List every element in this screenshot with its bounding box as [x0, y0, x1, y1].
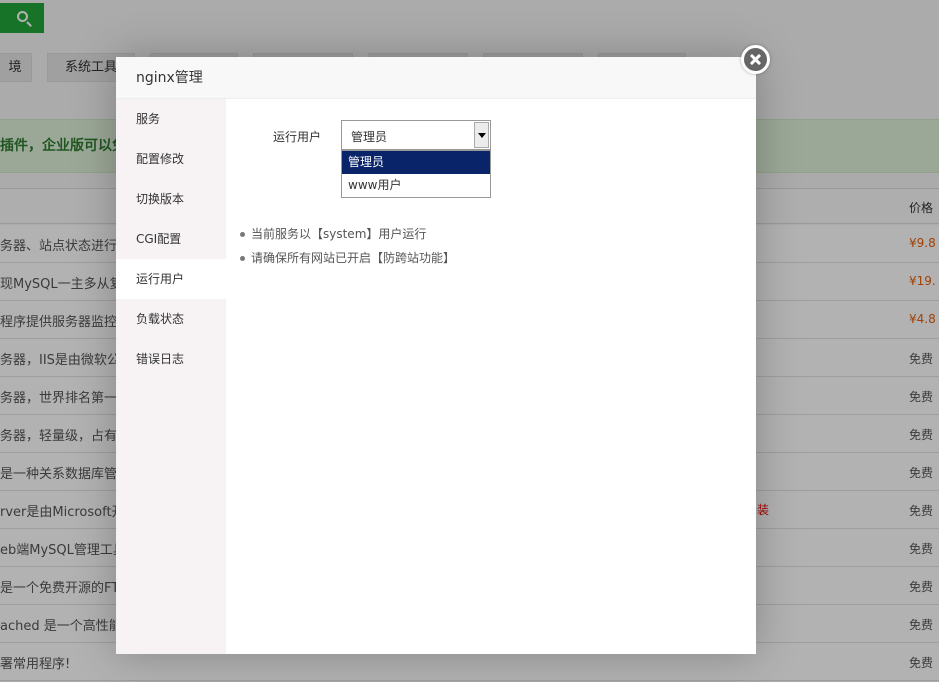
tip-item: 当前服务以【system】用户运行 [240, 222, 455, 246]
dialog-side-menu: 服务 配置修改 切换版本 CGI配置 运行用户 负载状态 错误日志 [116, 99, 226, 654]
menu-item-config-edit[interactable]: 配置修改 [116, 139, 226, 179]
menu-item-service[interactable]: 服务 [116, 99, 226, 139]
run-user-selected-value: 管理员 [351, 130, 388, 144]
dialog-title: nginx管理 [116, 57, 756, 99]
menu-item-cgi-config[interactable]: CGI配置 [116, 219, 226, 259]
run-user-label: 运行用户 [273, 130, 322, 144]
dialog-content: 运行用户 管理员 管理员 www用户 当前服务以【system】用户运行 请确保… [226, 99, 756, 654]
menu-item-load-status[interactable]: 负载状态 [116, 299, 226, 339]
menu-item-run-user[interactable]: 运行用户 [116, 259, 226, 299]
dropdown-arrow-button[interactable] [474, 122, 489, 148]
tips-list: 当前服务以【system】用户运行 请确保所有网站已开启【防跨站功能】 [240, 222, 455, 270]
run-user-dropdown-list: 管理员 www用户 [341, 150, 491, 198]
chevron-down-icon [478, 133, 486, 138]
option-admin[interactable]: 管理员 [342, 151, 490, 174]
option-www-user[interactable]: www用户 [342, 174, 490, 197]
menu-item-switch-version[interactable]: 切换版本 [116, 179, 226, 219]
nginx-manage-dialog: nginx管理 服务 配置修改 切换版本 CGI配置 运行用户 负载状态 错误日… [116, 57, 756, 654]
run-user-select[interactable]: 管理员 [341, 120, 491, 150]
close-dialog-button[interactable] [741, 45, 770, 74]
menu-item-error-log[interactable]: 错误日志 [116, 339, 226, 379]
tip-item: 请确保所有网站已开启【防跨站功能】 [240, 246, 455, 270]
